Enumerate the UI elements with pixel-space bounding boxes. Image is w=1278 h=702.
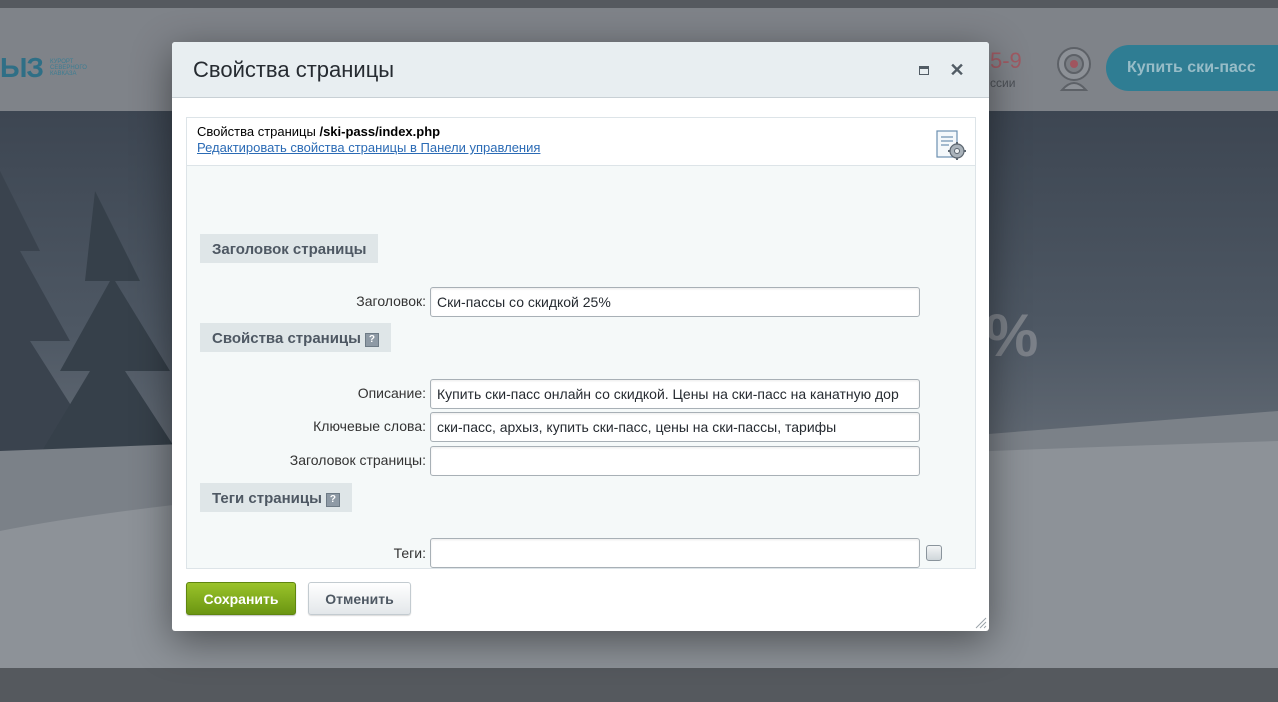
- hero-percent: %: [985, 302, 1039, 369]
- site-logo-subtitle: КУРОРТ СЕВЕРНОГО КАВКАЗА: [50, 59, 87, 77]
- page-info-bar: Свойства страницы /ski-pass/index.php Ре…: [187, 118, 975, 166]
- help-icon[interactable]: ?: [325, 493, 340, 507]
- edit-in-control-panel-link[interactable]: Редактировать свойства страницы в Панели…: [197, 140, 540, 155]
- dialog-header[interactable]: Свойства страницы ✕: [172, 42, 989, 98]
- site-logo: ЫЗ: [0, 52, 44, 83]
- keywords-input[interactable]: [430, 412, 920, 442]
- section-title-header: Заголовок страницы: [200, 234, 379, 263]
- cancel-button[interactable]: Отменить: [308, 582, 411, 615]
- section-title-label: Заголовок страницы: [212, 241, 367, 258]
- webcam-icon: [1057, 47, 1091, 91]
- section-tags-label: Теги страницы: [212, 490, 322, 507]
- site-phone-subtitle: ссии: [990, 76, 1016, 90]
- section-tags-header: Теги страницы?: [200, 483, 352, 512]
- resize-grip-icon[interactable]: [973, 615, 987, 629]
- section-properties-header: Свойства страницы?: [200, 323, 391, 352]
- save-button[interactable]: Сохранить: [186, 582, 296, 615]
- page-properties-dialog: Свойства страницы ✕ Свойства страницы /s…: [172, 42, 989, 631]
- page-path-line: Свойства страницы /ski-pass/index.php: [197, 124, 440, 139]
- description-label: Описание:: [357, 385, 426, 401]
- keywords-label: Ключевые слова:: [313, 418, 426, 434]
- dialog-title: Свойства страницы: [193, 57, 395, 82]
- title-input[interactable]: [430, 287, 920, 317]
- section-properties-label: Свойства страницы: [212, 330, 361, 347]
- help-icon[interactable]: ?: [364, 333, 379, 347]
- site-footer-strip: [0, 668, 1278, 702]
- tags-options-button[interactable]: [926, 545, 942, 561]
- page-path-prefix: Свойства страницы: [197, 124, 320, 139]
- description-input[interactable]: [430, 379, 920, 409]
- page-title-input[interactable]: [430, 446, 920, 476]
- dialog-body: Свойства страницы /ski-pass/index.php Ре…: [186, 117, 976, 569]
- page-title-label: Заголовок страницы:: [289, 452, 426, 468]
- page-settings-icon: [936, 130, 966, 160]
- page-path: /ski-pass/index.php: [319, 124, 441, 139]
- tags-label: Теги:: [393, 545, 426, 561]
- close-icon[interactable]: ✕: [949, 61, 965, 79]
- site-phone: 5-9: [990, 48, 1022, 73]
- maximize-icon[interactable]: [917, 64, 931, 78]
- tags-input[interactable]: [430, 538, 920, 568]
- buy-ski-pass-button: Купить ски-пасс: [1106, 45, 1278, 91]
- title-label: Заголовок:: [356, 293, 426, 309]
